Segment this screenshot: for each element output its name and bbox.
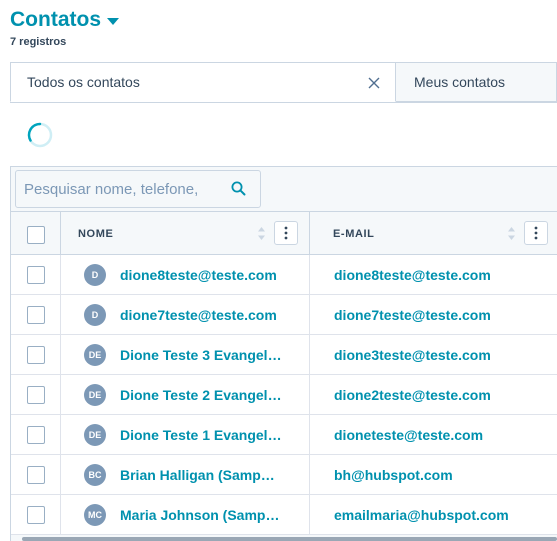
page-title[interactable]: Contatos — [10, 8, 101, 32]
table-row[interactable]: D dione7teste@teste.com dione7teste@test… — [11, 295, 557, 335]
contacts-table: NOME E-MAIL D dione8teste@teste.com dion… — [10, 166, 557, 541]
search-input[interactable] — [16, 179, 226, 199]
table-row[interactable]: MC Maria Johnson (Samp… emailmaria@hubsp… — [11, 495, 557, 535]
avatar: D — [84, 304, 106, 326]
contact-email-link[interactable]: bh@hubspot.com — [334, 467, 453, 483]
contact-name-link[interactable]: Dione Teste 1 Evangel… — [120, 427, 282, 443]
record-count: 7 registros — [10, 36, 67, 48]
horizontal-scrollbar[interactable] — [22, 537, 557, 541]
avatar: DE — [84, 384, 106, 406]
table-body: D dione8teste@teste.com dione8teste@test… — [11, 255, 557, 535]
page-header: Contatos 7 registros — [10, 8, 119, 48]
tab-meus-contatos[interactable]: Meus contatos — [396, 62, 557, 102]
table-row[interactable]: DE Dione Teste 3 Evangel… dione3teste@te… — [11, 335, 557, 375]
avatar: MC — [84, 504, 106, 526]
contact-email-link[interactable]: dione8teste@teste.com — [334, 267, 491, 283]
close-icon[interactable] — [367, 76, 381, 90]
tab-label: Todos os contatos — [27, 74, 140, 90]
contact-email-link[interactable]: dione3teste@teste.com — [334, 347, 491, 363]
select-all-checkbox[interactable] — [27, 226, 45, 244]
tab-label: Meus contatos — [414, 74, 506, 90]
table-row[interactable]: DE Dione Teste 1 Evangel… dioneteste@tes… — [11, 415, 557, 455]
contact-email-link[interactable]: dione2teste@teste.com — [334, 387, 491, 403]
tab-todos-os-contatos[interactable]: Todos os contatos — [10, 62, 396, 102]
contact-name-link[interactable]: dione7teste@teste.com — [120, 307, 277, 323]
search-box — [15, 170, 261, 208]
title-row: Contatos — [10, 8, 119, 32]
contact-name-link[interactable]: Brian Halligan (Samp… — [120, 467, 275, 483]
avatar: BC — [84, 464, 106, 486]
contact-name-link[interactable]: Dione Teste 2 Evangel… — [120, 387, 282, 403]
contact-name-link[interactable]: dione8teste@teste.com — [120, 267, 277, 283]
sort-icon[interactable] — [257, 226, 266, 246]
row-checkbox[interactable] — [27, 506, 45, 524]
view-tabs: Todos os contatos Meus contatos — [10, 62, 557, 103]
avatar: D — [84, 264, 106, 286]
contact-email-link[interactable]: emailmaria@hubspot.com — [334, 507, 509, 523]
table-row[interactable]: D dione8teste@teste.com dione8teste@test… — [11, 255, 557, 295]
row-checkbox[interactable] — [27, 466, 45, 484]
column-header-email[interactable]: E-MAIL — [333, 228, 374, 240]
contact-email-link[interactable]: dioneteste@teste.com — [334, 427, 483, 443]
table-row[interactable]: BC Brian Halligan (Samp… bh@hubspot.com — [11, 455, 557, 495]
sort-icon[interactable] — [507, 226, 516, 246]
avatar: DE — [84, 424, 106, 446]
loading-spinner-icon — [27, 122, 53, 148]
contact-name-link[interactable]: Dione Teste 3 Evangel… — [120, 347, 282, 363]
contact-email-link[interactable]: dione7teste@teste.com — [334, 307, 491, 323]
row-checkbox[interactable] — [27, 386, 45, 404]
table-header: NOME E-MAIL — [11, 211, 557, 255]
row-checkbox[interactable] — [27, 426, 45, 444]
more-vertical-icon — [284, 226, 288, 240]
column-menu-button[interactable] — [274, 221, 298, 245]
column-menu-button[interactable] — [524, 221, 548, 245]
chevron-down-icon[interactable] — [107, 17, 119, 25]
contact-name-link[interactable]: Maria Johnson (Samp… — [120, 507, 279, 523]
row-checkbox[interactable] — [27, 266, 45, 284]
row-checkbox[interactable] — [27, 346, 45, 364]
avatar: DE — [84, 344, 106, 366]
column-header-nome[interactable]: NOME — [78, 228, 113, 240]
row-checkbox[interactable] — [27, 306, 45, 324]
more-vertical-icon — [534, 226, 538, 240]
search-icon[interactable] — [231, 181, 246, 201]
table-row[interactable]: DE Dione Teste 2 Evangel… dione2teste@te… — [11, 375, 557, 415]
